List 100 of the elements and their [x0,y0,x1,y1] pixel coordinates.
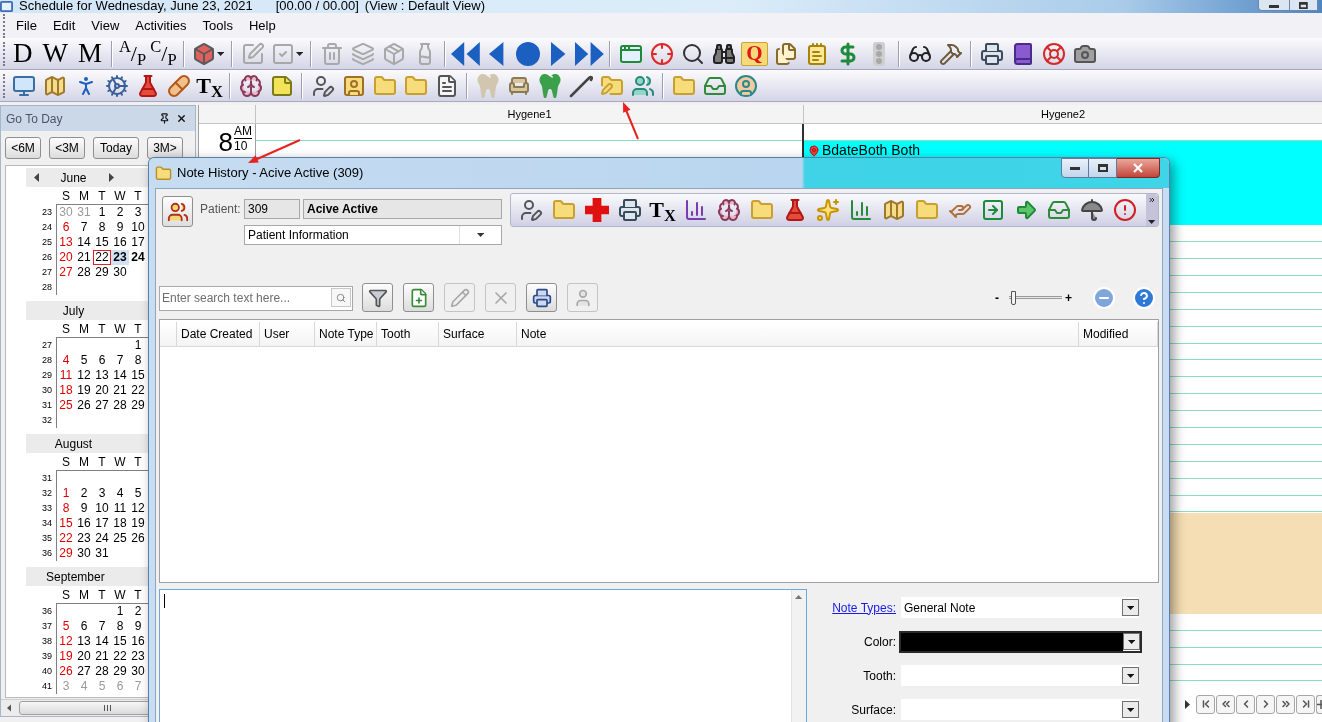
first-button[interactable] [1196,694,1215,714]
calendar-day[interactable]: 16 [111,235,129,250]
period-button[interactable]: D [10,38,36,69]
menu-item[interactable]: Tools [194,15,241,36]
calendar-day[interactable]: 8 [129,353,147,368]
calendar-day[interactable]: 11 [57,368,75,383]
calendar-day[interactable]: 19 [75,383,93,398]
calendar-day[interactable]: 1 [93,205,111,220]
calendar-day[interactable]: 2 [75,486,93,501]
calendar-day[interactable]: 14 [75,235,93,250]
period-button[interactable]: M [75,38,105,69]
calendar-day[interactable]: 6 [93,353,111,368]
calendar-day[interactable]: 6 [57,220,75,235]
calendar-day[interactable]: 5 [129,486,147,501]
ledger-button[interactable]: $^{A}$/$_{P}$ [117,38,148,69]
calendar-day[interactable]: 20 [75,649,93,664]
calendar-day[interactable]: 7 [93,619,111,634]
dropdown-button[interactable] [1122,667,1139,684]
view-select[interactable]: Patient Information [244,225,502,245]
menu-item[interactable]: File [8,15,45,36]
calendar-day[interactable]: 2 [129,604,147,619]
minimize-button[interactable] [1061,158,1089,178]
calendar-day[interactable]: 28 [111,398,129,413]
calendar-day[interactable]: 20 [93,383,111,398]
tx-button[interactable]: T$_{X}$ [646,195,679,225]
calendar-day[interactable]: 1 [57,486,75,501]
menu-item[interactable]: Edit [44,15,84,36]
calendar-day[interactable]: 21 [111,383,129,398]
calendar-day[interactable]: 13 [57,235,75,250]
select-field[interactable] [901,665,1139,686]
maximize-button[interactable] [1089,158,1117,178]
calendar-day[interactable]: 22 [129,383,147,398]
column-header[interactable]: Date Created [177,322,260,346]
action-button[interactable] [526,283,557,312]
calendar-day[interactable]: 8 [111,619,129,634]
jump-button[interactable]: Today [93,137,139,159]
ledger-button[interactable]: $^{C}$/$_{P}$ [148,38,179,69]
calendar-day[interactable]: 12 [57,634,75,649]
calendar-day[interactable]: 15 [129,368,147,383]
calendar-day[interactable]: 12 [129,501,147,516]
column-header[interactable]: Surface [439,322,517,346]
search-button[interactable] [331,288,351,307]
calendar-day[interactable]: 14 [93,634,111,649]
add-button[interactable] [1316,694,1322,714]
calendar-day[interactable]: 15 [57,516,75,531]
calendar-day[interactable]: 5 [57,619,75,634]
action-button[interactable] [362,283,393,312]
column-header[interactable]: Modified [1079,322,1158,346]
calendar-day[interactable]: 16 [75,516,93,531]
calendar-day[interactable]: 18 [111,516,129,531]
column-header[interactable]: Note [517,322,1079,346]
select-field[interactable] [901,699,1139,720]
dropdown-button[interactable] [1123,633,1140,650]
calendar-day[interactable]: 29 [129,398,147,413]
calendar-day[interactable]: 22 [93,250,111,265]
calendar-day[interactable]: 6 [75,619,93,634]
calendar-day[interactable]: 10 [93,501,111,516]
scroll-right-icon[interactable] [1185,699,1190,709]
calendar-day[interactable]: 26 [129,531,147,546]
calendar-day[interactable]: 12 [75,368,93,383]
fast-back-button[interactable] [1216,694,1235,714]
last-button[interactable] [1296,694,1315,714]
calendar-day[interactable]: 8 [93,220,111,235]
jump-button[interactable]: <6M [5,137,41,159]
calendar-day[interactable]: 15 [111,634,129,649]
minimize-button[interactable] [1258,0,1290,11]
calendar-day[interactable]: 21 [75,250,93,265]
tx-button[interactable]: T$_{X}$ [194,70,225,101]
calendar-day[interactable]: 30 [111,265,129,280]
back-button[interactable] [1236,694,1255,714]
calendar-day[interactable]: 30 [129,664,147,679]
calendar-day[interactable]: 17 [129,235,147,250]
calendar-day[interactable]: 4 [57,353,75,368]
calendar-day[interactable]: 26 [75,398,93,413]
calendar-day[interactable]: 29 [93,265,111,280]
close-icon[interactable] [176,113,187,124]
calendar-day[interactable]: 3 [93,486,111,501]
maximize-button[interactable] [1290,0,1318,11]
column-header[interactable]: Tooth [377,322,439,346]
calendar-day[interactable]: 28 [93,664,111,679]
calendar-day[interactable]: 1 [129,338,147,353]
scroll-up-icon[interactable] [795,595,803,599]
calendar-day[interactable]: 9 [129,619,147,634]
calendar-day[interactable]: 21 [93,649,111,664]
pin-icon[interactable] [159,113,170,124]
fast-forward-button[interactable] [1276,694,1295,714]
help-button[interactable] [1132,285,1156,310]
dropdown-button[interactable] [1122,599,1139,616]
calendar-day[interactable]: 13 [75,634,93,649]
column-header[interactable]: Hygene2 [804,105,1322,123]
calendar-day[interactable]: 29 [111,664,129,679]
calendar-day[interactable]: 16 [129,634,147,649]
calendar-day[interactable]: 13 [93,368,111,383]
calendar-day[interactable]: 3 [129,205,147,220]
calendar-day[interactable]: 22 [111,649,129,664]
column-header[interactable]: User [260,322,315,346]
close-button[interactable] [1117,158,1160,178]
next-month-icon[interactable] [108,173,114,182]
calendar-day[interactable]: 27 [57,265,75,280]
calendar-day[interactable]: 23 [129,649,147,664]
